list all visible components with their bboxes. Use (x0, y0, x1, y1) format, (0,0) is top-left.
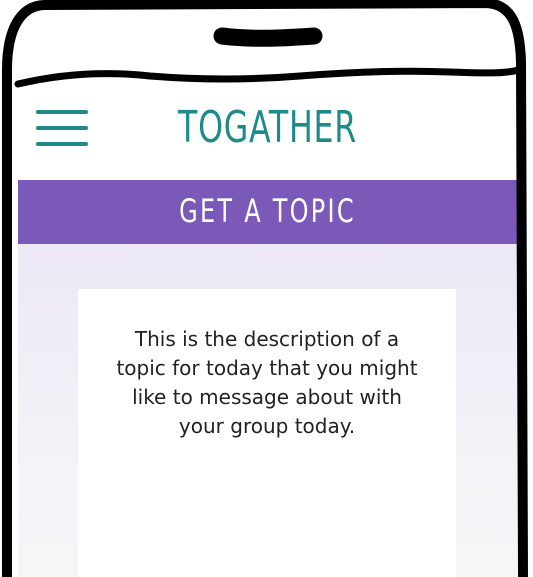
menu-icon-bar-middle (36, 126, 88, 130)
content-area: This is the description of a topic for t… (18, 244, 517, 577)
section-title: GET A TOPIC (179, 192, 356, 230)
app-header: TOGATHER (18, 80, 517, 180)
menu-icon-bar-bottom (36, 142, 88, 146)
section-banner: GET A TOPIC (18, 180, 517, 244)
menu-icon-bar-top (36, 110, 88, 114)
app-title: TOGATHER (177, 102, 358, 153)
topic-description: This is the description of a topic for t… (116, 327, 418, 438)
topic-card: This is the description of a topic for t… (78, 289, 456, 577)
phone-screen: TOGATHER GET A TOPIC This is the descrip… (18, 80, 517, 577)
phone-mockup: TOGATHER GET A TOPIC This is the descrip… (0, 0, 533, 577)
speaker-slot-icon (213, 27, 323, 47)
menu-button[interactable] (36, 108, 90, 150)
